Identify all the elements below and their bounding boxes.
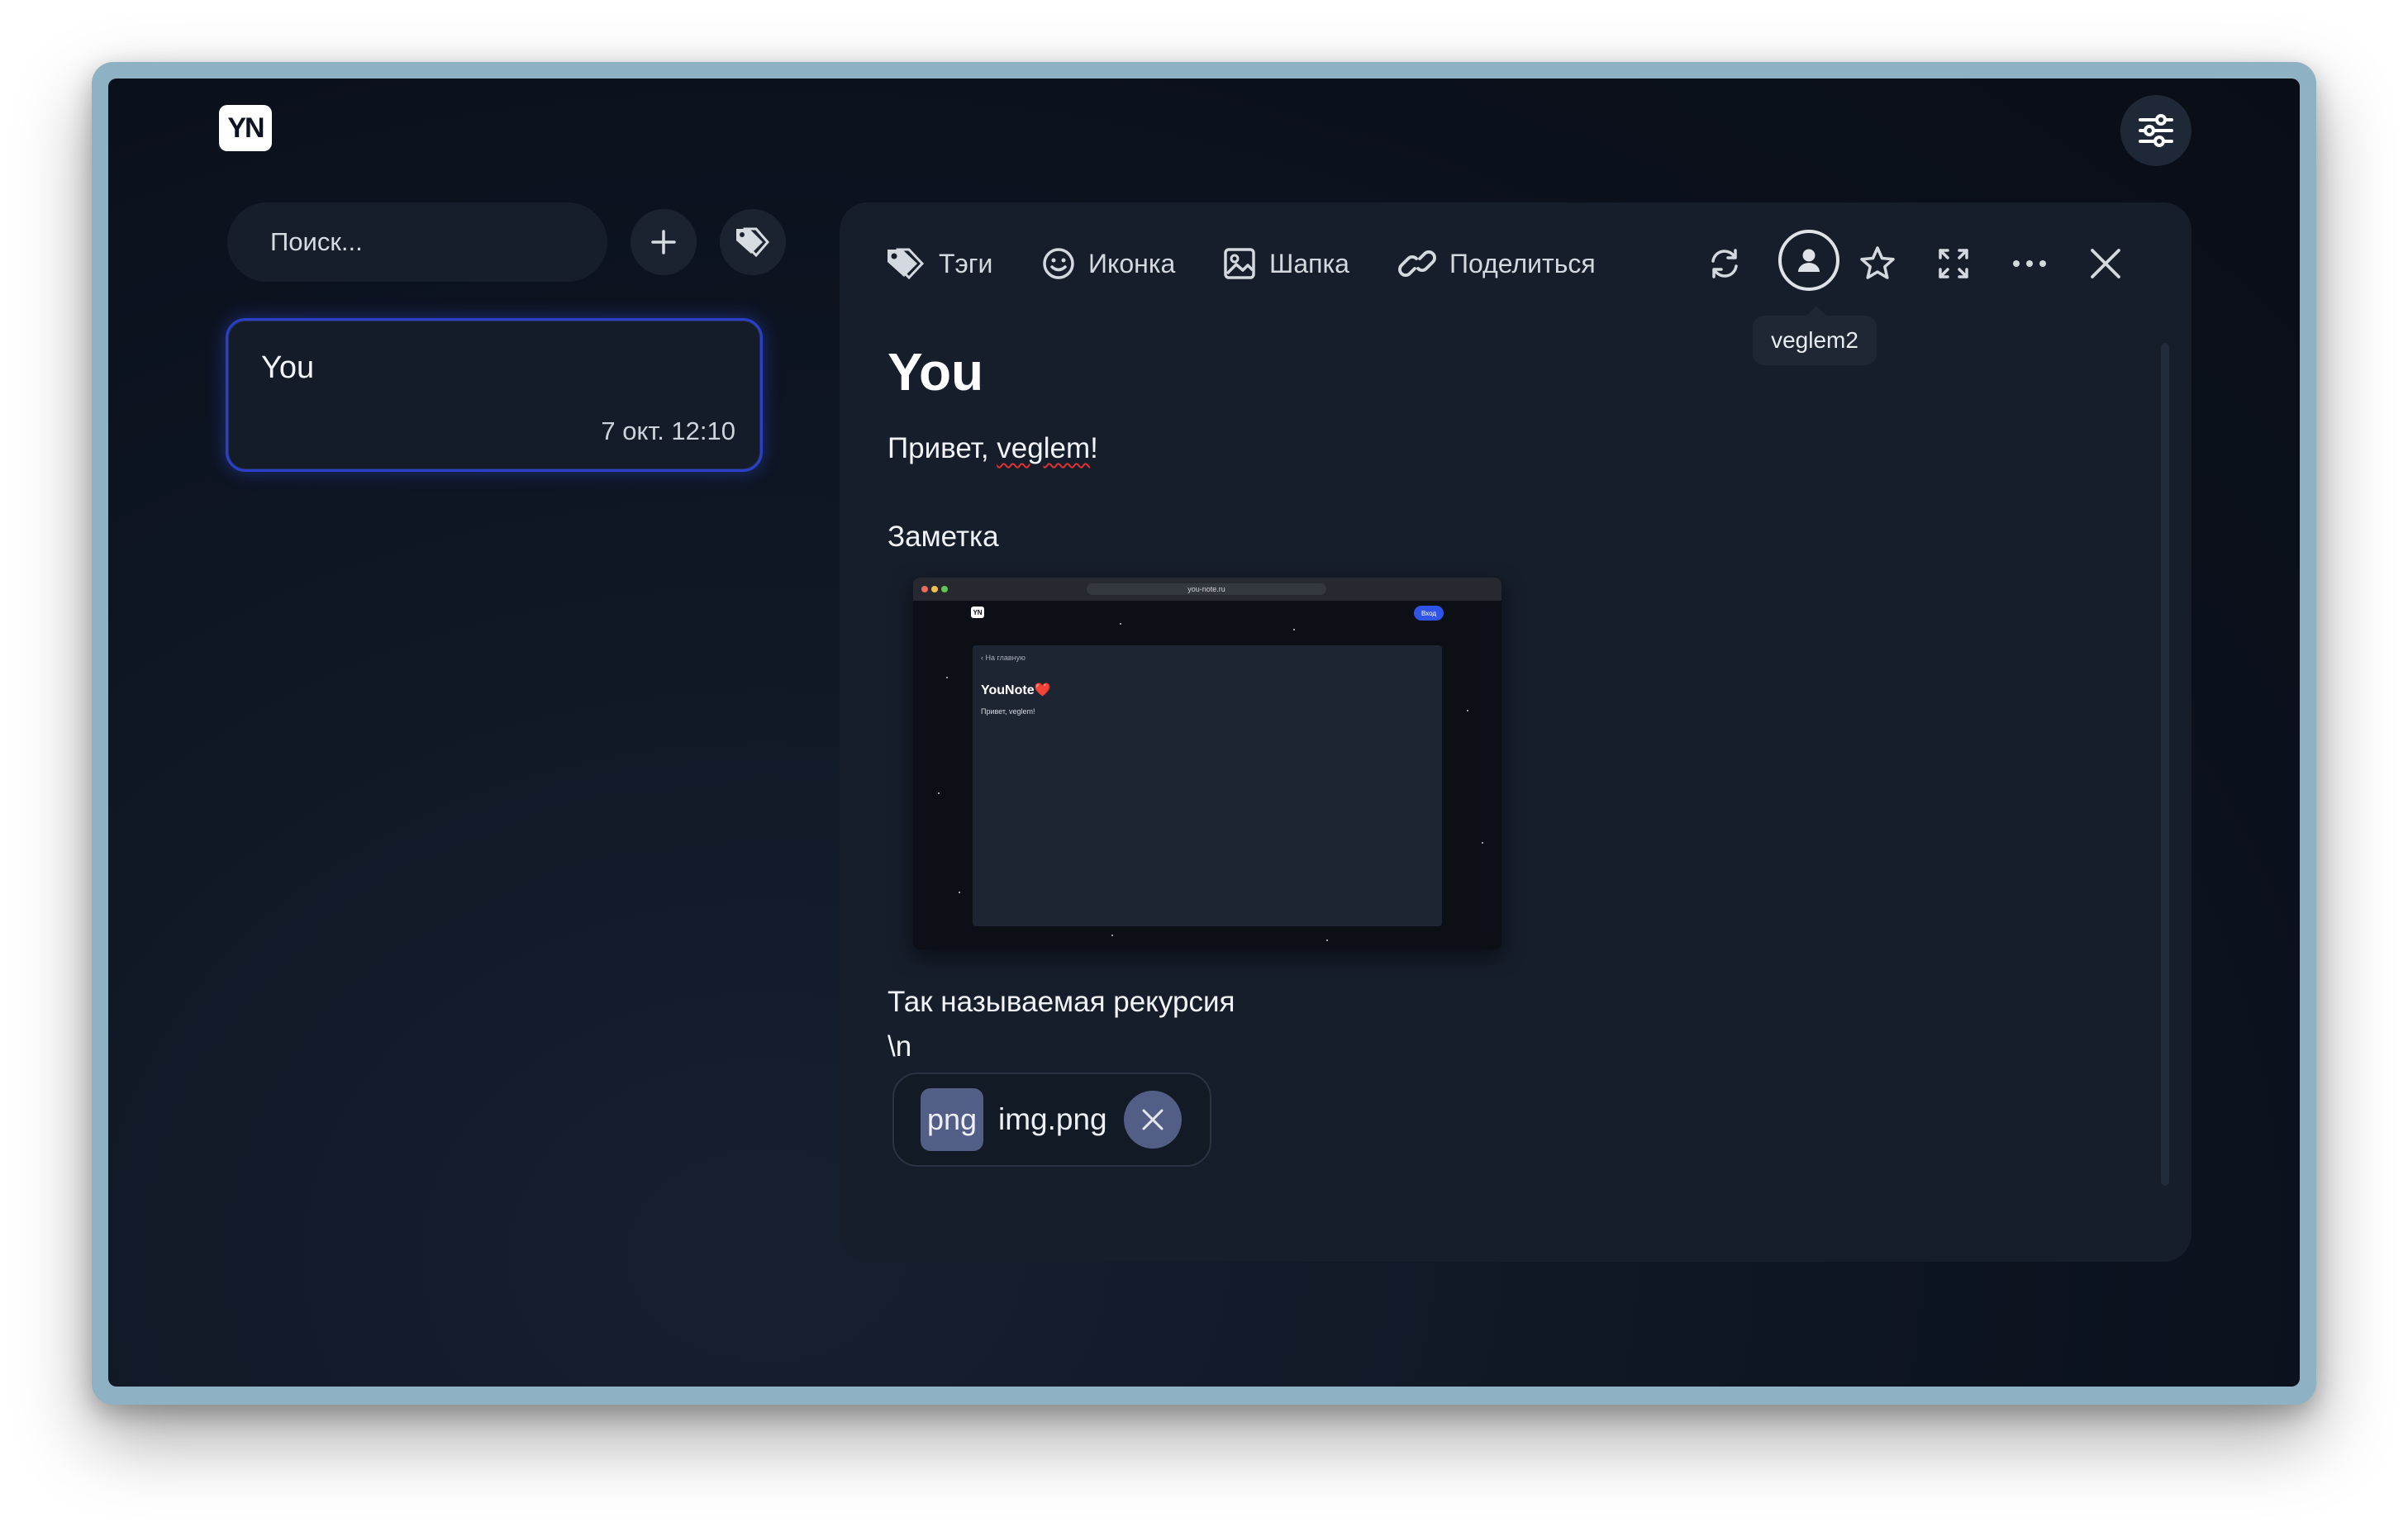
tag-icon	[888, 248, 925, 280]
note-title[interactable]: You	[888, 341, 983, 402]
embedded-note-text: Привет, veglem!	[981, 707, 1035, 716]
greeting-suffix: !	[1090, 432, 1098, 464]
star-dot	[1326, 940, 1328, 941]
more-icon	[2013, 260, 2046, 267]
embedded-note-card: ‹ На главную YouNote❤️ Привет, veglem!	[973, 645, 1442, 926]
note-item-date: 7 окт. 12:10	[601, 416, 735, 445]
star-dot	[1467, 710, 1468, 711]
add-note-button[interactable]	[631, 209, 697, 275]
expand-icon	[1939, 249, 1968, 278]
star-dot	[938, 792, 940, 794]
traffic-light-red	[921, 586, 928, 592]
embedded-login-button: Вход	[1414, 606, 1444, 621]
star-dot	[1120, 623, 1121, 625]
favorite-button[interactable]	[1854, 240, 1901, 287]
star-dot	[1482, 842, 1483, 844]
greeting-prefix: Привет,	[888, 432, 997, 464]
search-bar	[227, 202, 607, 282]
note-item-title: You	[261, 350, 315, 385]
icon-button-label: Иконка	[1088, 248, 1176, 278]
note-section-heading[interactable]: Заметка	[888, 521, 999, 554]
editor-scrollbar[interactable]	[2161, 343, 2169, 1186]
share-button[interactable]: Поделиться	[1398, 240, 1596, 287]
cover-button-label: Шапка	[1269, 248, 1349, 278]
attachment-chip[interactable]: png img.png	[892, 1073, 1211, 1167]
note-list-item[interactable]: You 7 окт. 12:10	[226, 318, 763, 472]
embedded-screenshot[interactable]: you-note.ru YN Вход ‹ На главную YouNote…	[913, 578, 1501, 949]
tags-button-label: Тэги	[939, 248, 993, 278]
fullscreen-button[interactable]	[1930, 240, 1977, 287]
star-dot	[1293, 629, 1295, 630]
close-icon	[1142, 1109, 1164, 1130]
attachment-name: img.png	[998, 1102, 1107, 1136]
note-raw-line[interactable]: \n	[888, 1030, 911, 1063]
sliders-icon	[2139, 114, 2173, 147]
link-icon	[1398, 250, 1436, 277]
more-button[interactable]	[2006, 240, 2053, 287]
share-button-label: Поделиться	[1449, 248, 1596, 278]
app-logo[interactable]: YN	[219, 105, 272, 151]
note-caption[interactable]: Так называемая рекурсия	[888, 986, 1235, 1019]
attachment-type-badge: png	[921, 1088, 983, 1151]
app-screen: YN Поиск... You 7 окт. 12:10 Тэги Иконка…	[108, 78, 2300, 1387]
traffic-light-yellow	[931, 586, 938, 592]
embedded-url: you-note.ru	[1087, 583, 1326, 595]
star-icon	[1860, 246, 1895, 279]
settings-button[interactable]	[2120, 95, 2191, 166]
smile-icon	[1043, 248, 1074, 279]
star-dot	[959, 892, 960, 893]
traffic-light-green	[941, 586, 948, 592]
embedded-logo: YN	[971, 607, 984, 618]
tags-button[interactable]: Тэги	[886, 240, 992, 287]
remove-attachment-button[interactable]	[1124, 1091, 1182, 1149]
close-button[interactable]	[2082, 240, 2129, 287]
tags-icon	[736, 227, 769, 257]
greeting-name: veglem	[997, 432, 1091, 464]
user-button[interactable]	[1778, 230, 1839, 291]
close-icon	[2091, 249, 2120, 278]
icon-button[interactable]: Иконка	[1042, 240, 1175, 287]
user-tooltip: veglem2	[1753, 306, 1877, 365]
tags-filter-button[interactable]	[720, 209, 786, 275]
embedded-back-link: ‹ На главную	[981, 654, 1026, 662]
search-input[interactable]	[269, 226, 602, 258]
cover-button[interactable]: Шапка	[1223, 240, 1349, 287]
embedded-note-title: YouNote❤️	[981, 683, 1051, 697]
plus-icon	[651, 230, 676, 254]
note-greeting[interactable]: Привет, veglem!	[888, 432, 1098, 465]
star-dot	[1111, 935, 1113, 936]
embedded-browser-bar: you-note.ru	[913, 578, 1501, 601]
image-icon	[1224, 248, 1255, 279]
sync-button[interactable]	[1701, 240, 1748, 287]
star-dot	[946, 677, 948, 678]
user-circle-icon	[1798, 249, 1820, 272]
sync-icon	[1711, 249, 1738, 278]
window-frame: YN Поиск... You 7 окт. 12:10 Тэги Иконка…	[92, 62, 2316, 1405]
